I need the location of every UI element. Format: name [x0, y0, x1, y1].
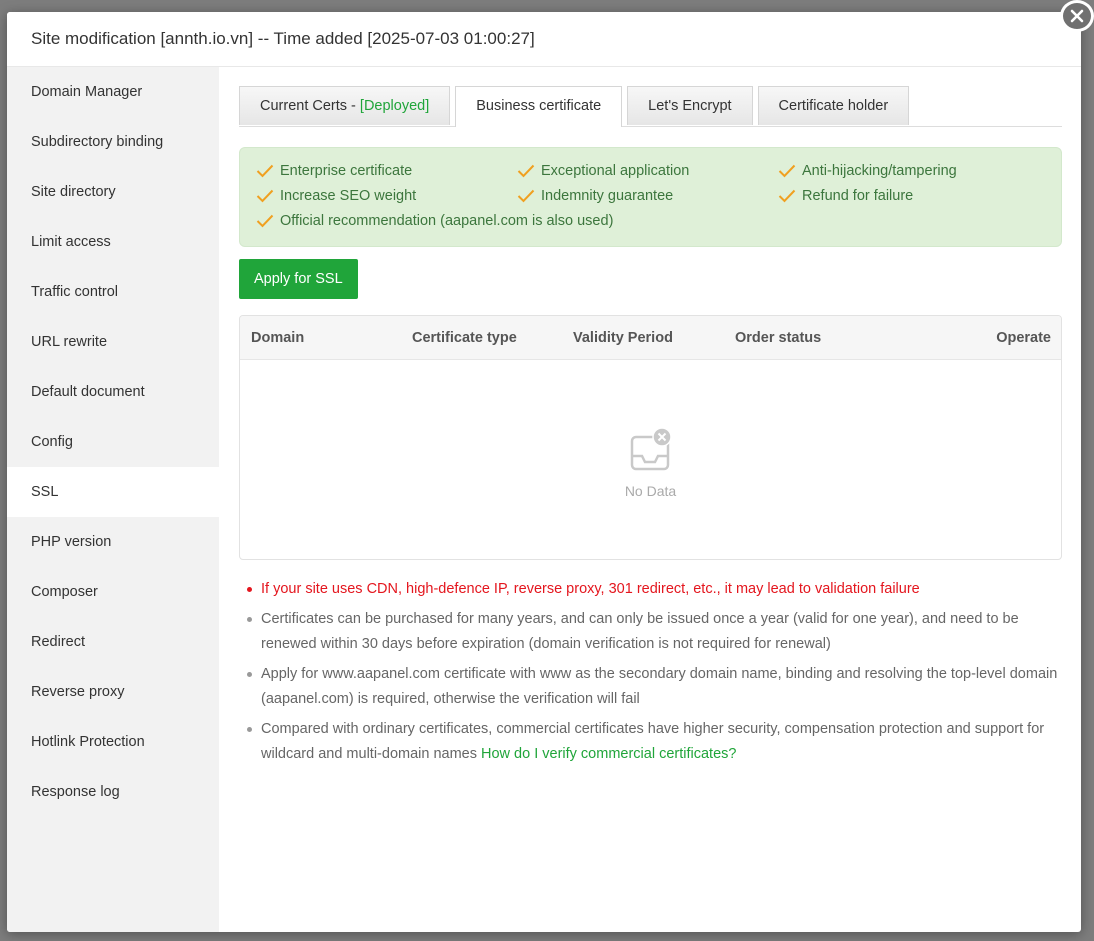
- tab-current-certs[interactable]: Current Certs - [Deployed]: [239, 86, 451, 125]
- column-header-order-status: Order status: [735, 329, 822, 346]
- tab-business-certificate[interactable]: Business certificate: [455, 86, 623, 127]
- sidebar-item-reverse-proxy[interactable]: Reverse proxy: [7, 667, 219, 717]
- feature-label: Enterprise certificate: [280, 163, 413, 179]
- note-warning: If your site uses CDN, high-defence IP, …: [239, 577, 1062, 602]
- close-modal-button[interactable]: [1060, 0, 1094, 32]
- sidebar-item-composer[interactable]: Composer: [7, 567, 219, 617]
- ssl-content: Current Certs - [Deployed] Business cert…: [239, 67, 1062, 772]
- feature-item: Enterprise certificate: [256, 162, 517, 180]
- sidebar-item-site-directory[interactable]: Site directory: [7, 167, 219, 217]
- note-commercial-vs-ordinary: Compared with ordinary certificates, com…: [239, 717, 1062, 767]
- checkmark-icon: [517, 164, 535, 178]
- checkmark-icon: [256, 189, 274, 203]
- sidebar-item-hotlink-protection[interactable]: Hotlink Protection: [7, 717, 219, 767]
- column-header-operate: Operate: [996, 329, 1051, 346]
- table-header: Domain Certificate type Validity Period …: [240, 316, 1061, 360]
- feature-item: Official recommendation (aapanel.com is …: [256, 212, 1039, 230]
- background-text-fragment: [1080, 34, 1094, 52]
- orders-table: Domain Certificate type Validity Period …: [239, 315, 1062, 560]
- site-modification-modal: Site modification [annth.io.vn] -- Time …: [7, 12, 1081, 932]
- close-icon: [1070, 9, 1084, 23]
- note-purchase-years: Certificates can be purchased for many y…: [239, 607, 1062, 657]
- tab-lets-encrypt[interactable]: Let's Encrypt: [627, 86, 753, 125]
- feature-panel: Enterprise certificate Exceptional appli…: [239, 147, 1062, 247]
- feature-label: Official recommendation (aapanel.com is …: [280, 213, 614, 229]
- checkmark-icon: [778, 189, 796, 203]
- verify-commercial-link[interactable]: How do I verify commercial certificates?: [481, 746, 736, 762]
- sidebar-item-ssl[interactable]: SSL: [7, 467, 219, 517]
- checkmark-icon: [778, 164, 796, 178]
- sidebar-item-domain-manager[interactable]: Domain Manager: [7, 67, 219, 117]
- feature-label: Increase SEO weight: [280, 188, 417, 204]
- feature-item: Increase SEO weight: [256, 187, 517, 205]
- column-header-domain: Domain: [251, 329, 305, 346]
- column-header-certificate-type: Certificate type: [412, 329, 517, 346]
- checkmark-icon: [256, 164, 274, 178]
- feature-item: Indemnity guarantee: [517, 187, 778, 205]
- modal-title: Site modification [annth.io.vn] -- Time …: [31, 29, 535, 48]
- note-www-domain: Apply for www.aapanel.com certificate wi…: [239, 662, 1062, 712]
- sidebar-item-traffic-control[interactable]: Traffic control: [7, 267, 219, 317]
- tab-current-certs-label: Current Certs -: [260, 98, 360, 114]
- sidebar-item-default-document[interactable]: Default document: [7, 367, 219, 417]
- apply-for-ssl-button[interactable]: Apply for SSL: [239, 259, 358, 299]
- sidebar-item-php-version[interactable]: PHP version: [7, 517, 219, 567]
- ssl-tabs: Current Certs - [Deployed] Business cert…: [239, 86, 1062, 127]
- feature-item: Refund for failure: [778, 187, 1039, 205]
- sidebar-item-subdirectory-binding[interactable]: Subdirectory binding: [7, 117, 219, 167]
- checkmark-icon: [256, 214, 274, 228]
- feature-label: Exceptional application: [541, 163, 690, 179]
- sidebar-item-limit-access[interactable]: Limit access: [7, 217, 219, 267]
- deployed-status: [Deployed]: [359, 98, 430, 114]
- feature-label: Anti-hijacking/tampering: [802, 163, 957, 179]
- empty-state: No Data: [240, 360, 1061, 558]
- column-header-validity-period: Validity Period: [573, 329, 673, 346]
- sidebar-item-config[interactable]: Config: [7, 417, 219, 467]
- no-data-text: No Data: [624, 483, 677, 499]
- feature-item: Anti-hijacking/tampering: [778, 162, 1039, 180]
- notes-list: If your site uses CDN, high-defence IP, …: [239, 577, 1062, 767]
- feature-label: Indemnity guarantee: [541, 188, 674, 204]
- tab-certificate-holder[interactable]: Certificate holder: [757, 86, 910, 125]
- empty-inbox-icon: [630, 427, 672, 471]
- modal-header: Site modification [annth.io.vn] -- Time …: [7, 12, 1081, 67]
- feature-label: Refund for failure: [802, 188, 914, 204]
- sidebar: Domain Manager Subdirectory binding Site…: [7, 67, 219, 932]
- sidebar-item-redirect[interactable]: Redirect: [7, 617, 219, 667]
- sidebar-item-response-log[interactable]: Response log: [7, 767, 219, 817]
- checkmark-icon: [517, 189, 535, 203]
- feature-item: Exceptional application: [517, 162, 778, 180]
- sidebar-item-url-rewrite[interactable]: URL rewrite: [7, 317, 219, 367]
